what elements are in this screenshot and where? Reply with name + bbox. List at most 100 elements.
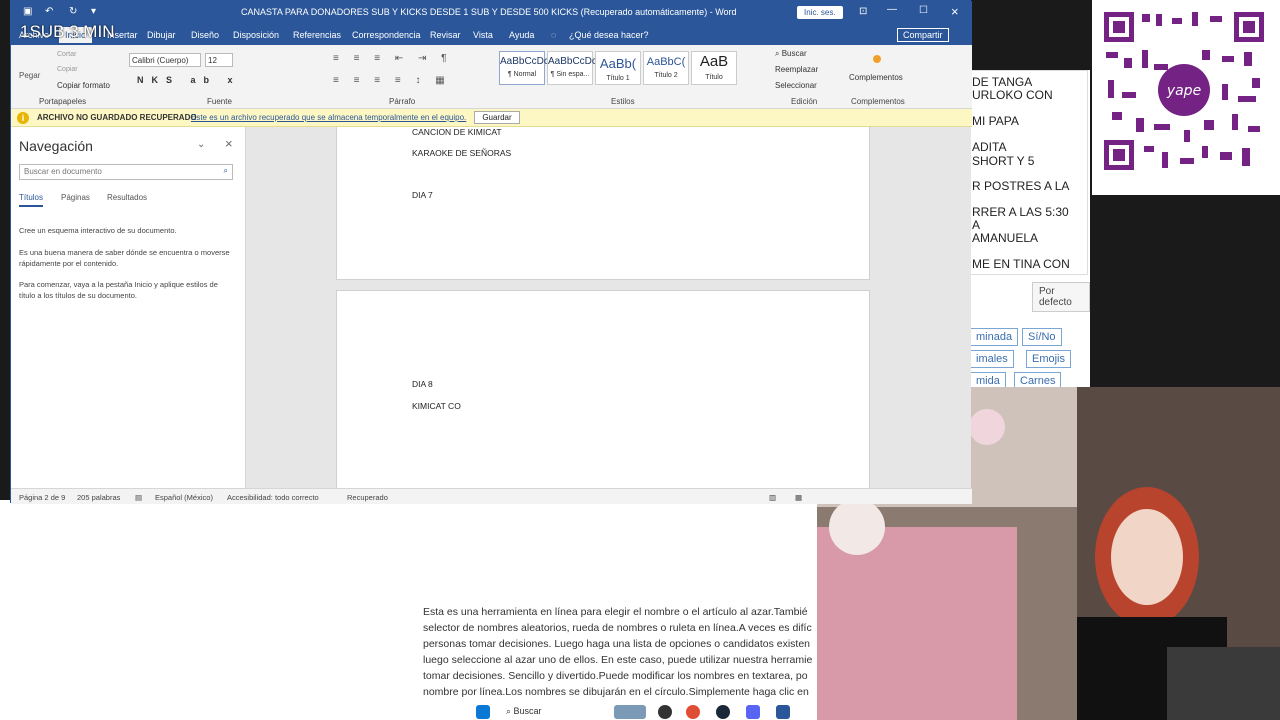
background-paragraph: Esta es una herramienta en línea para el… [423, 606, 813, 698]
tab-disposicion[interactable]: Disposición [233, 30, 279, 40]
ribbon-options-icon[interactable]: ⊡ [859, 6, 867, 17]
tab-diseno[interactable]: Diseño [191, 30, 219, 40]
page-count[interactable]: Página 2 de 9 [19, 493, 65, 502]
search-input[interactable]: Buscar en documento ⌕ [19, 164, 233, 180]
clipboard-group-label: Portapapeles [39, 97, 87, 106]
copy-button[interactable]: Copiar [57, 66, 78, 73]
language-status[interactable]: Español (México) [155, 493, 213, 502]
format-painter-button[interactable]: Copiar formato [57, 81, 110, 90]
nav-help-text: Cree un esquema interactivo de su docume… [19, 226, 177, 235]
infobar-message-link[interactable]: Este es un archivo recuperado que se alm… [191, 113, 466, 122]
cut-button[interactable]: Cortar [57, 51, 76, 58]
style-heading-1[interactable]: AaBb(Título 1 [595, 51, 641, 85]
list-item: SHORT Y 5 [972, 154, 1035, 168]
taskbar-search[interactable]: ⌕ Buscar [506, 706, 542, 717]
list-item: R POSTRES A LA [972, 179, 1070, 193]
steam-icon[interactable] [716, 705, 730, 719]
read-mode-icon[interactable]: ▥ [769, 493, 776, 502]
style-normal[interactable]: AaBbCcDc ¶ Normal [499, 51, 549, 85]
navigation-pane: Navegación ⌄ × Buscar en documento ⌕ Títu… [11, 127, 246, 488]
sign-in-button[interactable]: Inic. ses. [797, 6, 843, 19]
ribbon: Pegar Cortar Copiar Copiar formato Porta… [11, 45, 972, 109]
tag-button[interactable]: minada [970, 328, 1019, 346]
close-icon[interactable]: × [951, 4, 959, 19]
editing-group-label: Edición [791, 97, 818, 106]
paragraph-group-label: Párrafo [389, 97, 416, 106]
document-area[interactable]: CANCION DE KIMICAT KARAOKE DE SEÑORAS DI… [246, 127, 971, 488]
default-button[interactable]: Por defecto [1032, 282, 1090, 312]
style-no-spacing[interactable]: AaBbCcDc ¶ Sin espa... [547, 51, 597, 85]
accessibility-status[interactable]: Accesibilidad: todo correcto [227, 493, 319, 502]
tell-me-input[interactable]: ¿Qué desea hacer? [569, 30, 649, 40]
document-line: KARAOKE DE SEÑORAS [412, 148, 512, 158]
document-line: CANCION DE KIMICAT [412, 127, 502, 137]
tab-pages[interactable]: Páginas [61, 193, 90, 202]
document-line: KIMICAT CO [412, 401, 461, 411]
start-icon[interactable] [476, 705, 490, 719]
font-group-label: Fuente [207, 97, 232, 106]
search-icon: ⌕ [223, 166, 228, 175]
save-button[interactable]: Guardar [474, 111, 520, 124]
maximize-icon[interactable]: ☐ [919, 5, 928, 16]
opera-icon[interactable] [686, 705, 700, 719]
document-page[interactable]: DIA 8 KIMICAT CO [336, 290, 870, 488]
list-icons[interactable]: ≡ ≡ ≡ ⇤ ⇥ ¶ [333, 53, 453, 64]
redo-icon[interactable]: ↻ [69, 6, 77, 17]
stream-overlay-text: 1SUB 3 MIN [20, 22, 115, 41]
list-item: ADITA [972, 140, 1007, 154]
style-title[interactable]: AaB Título [691, 51, 737, 85]
font-name-select[interactable]: Calibri (Cuerpo) [129, 53, 201, 67]
minimize-icon[interactable]: — [887, 4, 897, 15]
close-pane-icon[interactable]: × [225, 136, 233, 151]
tab-ayuda[interactable]: Ayuda [509, 30, 534, 40]
undo-icon[interactable]: ↶ [45, 6, 53, 17]
tab-vista[interactable]: Vista [473, 30, 493, 40]
document-page[interactable]: CANCION DE KIMICAT KARAOKE DE SEÑORAS DI… [336, 127, 870, 280]
background-browser-page: Esta es una herramienta en línea para el… [0, 500, 820, 720]
widgets-icon[interactable] [614, 705, 646, 719]
discord-icon[interactable] [746, 705, 760, 719]
proofing-icon[interactable]: ▤ [135, 493, 142, 502]
lightbulb-icon: ◌ [551, 30, 557, 40]
share-button[interactable]: Compartir [897, 28, 949, 42]
paste-button[interactable]: Pegar [19, 71, 40, 80]
style-heading-2[interactable]: AaBbC(Título 2 [643, 51, 689, 85]
document-line: DIA 7 [412, 190, 433, 200]
document-line: DIA 8 [412, 379, 433, 389]
styles-group-label: Estilos [611, 97, 635, 106]
addins-icon [873, 55, 881, 63]
infobar-heading: ARCHIVO NO GUARDADO RECUPERADO [37, 113, 197, 122]
list-item: RRER A LAS 5:30 [972, 205, 1069, 219]
customize-quick-access-icon[interactable]: ▾ [91, 6, 96, 17]
tag-button[interactable]: imales [970, 350, 1014, 368]
info-icon: i [17, 112, 29, 124]
find-button[interactable]: ⌕ Buscar [775, 49, 807, 59]
tag-button[interactable]: Emojis [1026, 350, 1072, 368]
select-button[interactable]: Seleccionar [775, 81, 817, 90]
list-item: DE TANGA [972, 75, 1033, 89]
tab-results[interactable]: Resultados [107, 193, 147, 202]
font-size-select[interactable]: 12 [205, 53, 233, 67]
yape-logo: yape [1166, 83, 1201, 99]
tab-headings[interactable]: Títulos [19, 193, 44, 207]
tab-revisar[interactable]: Revisar [430, 30, 461, 40]
chrome-icon[interactable] [658, 705, 672, 719]
recovered-status: Recuperado [347, 493, 388, 502]
tab-correspondencia[interactable]: Correspondencia [352, 30, 421, 40]
word-count[interactable]: 205 palabras [77, 493, 120, 502]
save-icon[interactable]: ▣ [23, 6, 32, 17]
font-format-icons[interactable]: NKS ab x [137, 75, 241, 85]
ribbon-tabs: Archivo Inicio Insertar Dibujar Diseño D… [11, 25, 972, 45]
navigation-title: Navegación [19, 138, 93, 154]
tab-dibujar[interactable]: Dibujar [147, 30, 176, 40]
chevron-down-icon[interactable]: ⌄ [197, 139, 205, 150]
align-icons[interactable]: ≡ ≡ ≡ ≡ ↕ ▦ [333, 75, 451, 86]
addins-button[interactable]: Complementos [849, 73, 903, 82]
tab-referencias[interactable]: Referencias [293, 30, 341, 40]
print-layout-icon[interactable]: ▦ [795, 493, 802, 502]
list-item: ME EN TINA CON [972, 257, 1070, 271]
word-icon[interactable] [776, 705, 790, 719]
search-icon: ⌕ [506, 706, 514, 716]
tag-button[interactable]: Sí/No [1022, 328, 1062, 346]
replace-button[interactable]: Reemplazar [775, 65, 818, 74]
